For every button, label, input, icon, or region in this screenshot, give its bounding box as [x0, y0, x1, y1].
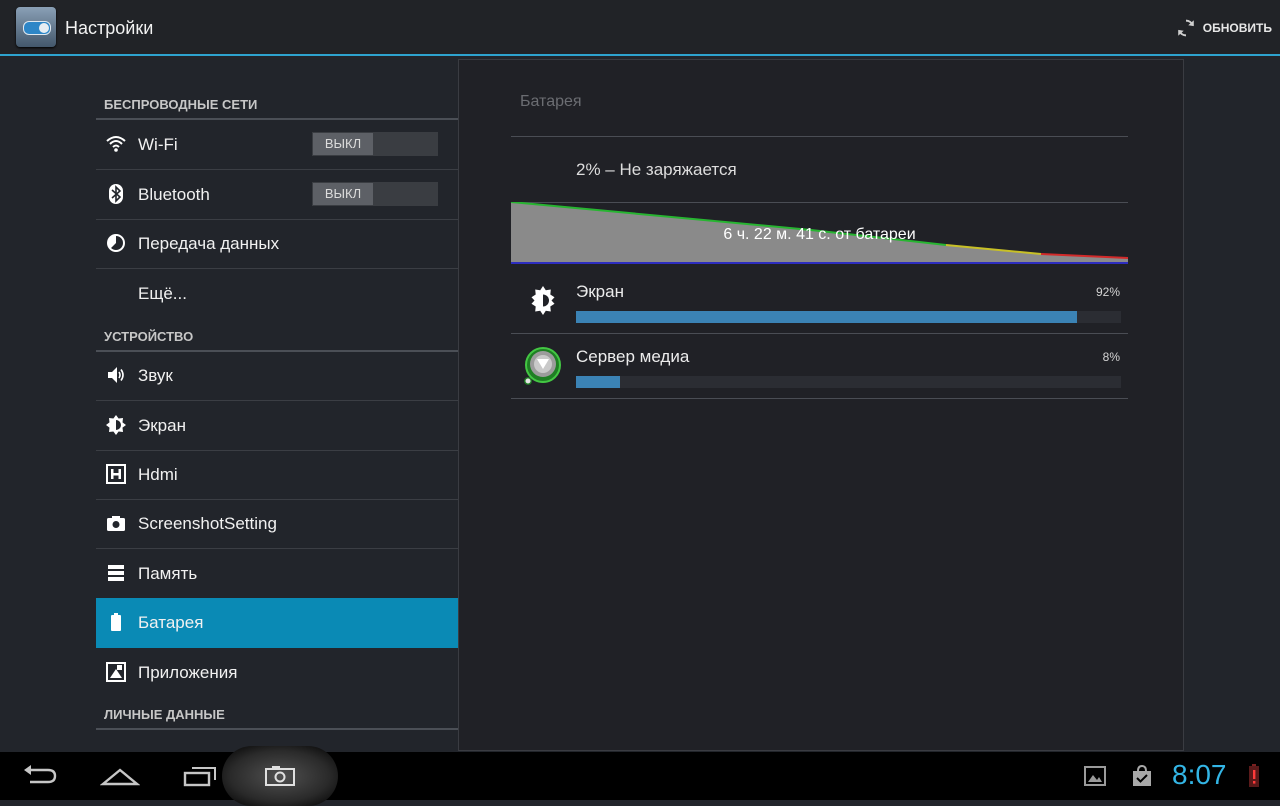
usage-item-screen[interactable]: Экран 92% [511, 268, 1128, 334]
app-title: Настройки [65, 18, 154, 38]
apps-icon [106, 662, 126, 682]
settings-item-hdmi[interactable]: Hdmi [96, 450, 458, 500]
camera-icon [265, 766, 295, 786]
settings-item-bluetooth[interactable]: Bluetooth ВЫКЛ [96, 170, 458, 220]
refresh-button[interactable]: ОБНОВИТЬ [1175, 14, 1272, 42]
settings-item-screenshot[interactable]: ScreenshotSetting [96, 499, 458, 549]
usage-bar-fill [576, 376, 620, 388]
settings-app-icon[interactable] [16, 7, 56, 47]
divider [511, 136, 1128, 137]
bluetooth-switch[interactable]: ВЫКЛ [312, 182, 438, 206]
switch-state-label: ВЫКЛ [313, 133, 373, 155]
battery-status: 2% – Не заряжается [576, 160, 737, 179]
bluetooth-icon [109, 184, 123, 204]
settings-item-label: Bluetooth [138, 185, 210, 204]
settings-item-label: Приложения [138, 663, 238, 682]
settings-item-label: Звук [138, 366, 173, 385]
camera-icon [107, 516, 125, 531]
usage-item-percent: 92% [1095, 285, 1120, 299]
settings-item-display[interactable]: Экран [96, 401, 458, 451]
brightness-icon [531, 286, 555, 315]
wifi-switch[interactable]: ВЫКЛ [312, 132, 438, 156]
settings-item-label: Память [138, 564, 198, 583]
settings-item-sound[interactable]: Звук [96, 351, 458, 401]
media-server-icon [524, 347, 561, 385]
settings-item-apps[interactable]: Приложения [96, 648, 458, 697]
action-bar: Настройки ОБНОВИТЬ [0, 0, 1280, 56]
page-title: Батарея [520, 93, 582, 110]
settings-item-wifi[interactable]: Wi-Fi ВЫКЛ [96, 120, 458, 170]
usage-item-name: Экран [576, 282, 624, 301]
battery-low-icon [1249, 764, 1259, 787]
refresh-icon [1177, 19, 1194, 37]
usage-bar-track [576, 376, 1121, 388]
usage-bar-track [576, 311, 1121, 323]
store-notification[interactable] [1112, 752, 1172, 800]
home-icon [100, 768, 140, 786]
status-clock[interactable]: 8:07 [1172, 759, 1227, 791]
image-icon [1084, 766, 1106, 786]
settings-item-label: Hdmi [138, 465, 178, 484]
settings-item-storage[interactable]: Память [96, 549, 458, 599]
screenshot-button[interactable] [250, 752, 310, 800]
recent-apps-button[interactable] [170, 752, 230, 800]
settings-list: БЕСПРОВОДНЫЕ СЕТИ Wi-Fi ВЫКЛ Bluetooth В… [96, 58, 458, 752]
settings-item-more[interactable]: Ещё... [96, 269, 458, 318]
data-usage-icon [107, 234, 125, 252]
section-header-device: УСТРОЙСТВО [96, 318, 458, 352]
usage-item-media-server[interactable]: Сервер медиа 8% [511, 333, 1128, 399]
home-button[interactable] [90, 752, 150, 800]
settings-item-label: Ещё... [138, 284, 187, 303]
time-on-battery-label: 6 ч. 22 м. 41 с. от батареи [723, 226, 916, 243]
battery-history-baseline [511, 262, 1128, 264]
usage-item-name: Сервер медиа [576, 347, 690, 366]
back-button[interactable] [10, 752, 70, 800]
battery-panel: Батарея 2% – Не заряжается 6 ч. 22 м. 41… [458, 59, 1184, 751]
usage-bar-fill [576, 311, 1078, 323]
hdmi-icon [106, 464, 126, 484]
storage-icon [108, 565, 124, 581]
back-icon [24, 765, 57, 784]
battery-status-indicator[interactable] [1226, 752, 1280, 800]
settings-item-label: Wi-Fi [138, 135, 178, 154]
usage-item-percent: 8% [1102, 350, 1120, 364]
volume-icon [108, 367, 124, 383]
settings-item-label: Батарея [138, 613, 204, 632]
wifi-icon [106, 136, 126, 152]
section-header-wireless: БЕСПРОВОДНЫЕ СЕТИ [96, 86, 458, 120]
system-bar: 8:07 [0, 746, 1280, 806]
shopping-bag-icon [1133, 765, 1151, 786]
settings-item-data-usage[interactable]: Передача данных [96, 219, 458, 269]
section-header-personal: ЛИЧНЫЕ ДАННЫЕ [96, 696, 458, 730]
switch-state-label: ВЫКЛ [313, 183, 373, 205]
refresh-label: ОБНОВИТЬ [1202, 21, 1272, 35]
settings-item-label: Экран [138, 416, 186, 435]
recent-apps-icon [183, 767, 216, 787]
settings-item-label: Передача данных [138, 234, 280, 253]
settings-item-label: ScreenshotSetting [138, 514, 277, 533]
settings-item-battery[interactable]: Батарея [96, 598, 458, 648]
brightness-icon [106, 415, 126, 435]
battery-icon [111, 613, 121, 631]
